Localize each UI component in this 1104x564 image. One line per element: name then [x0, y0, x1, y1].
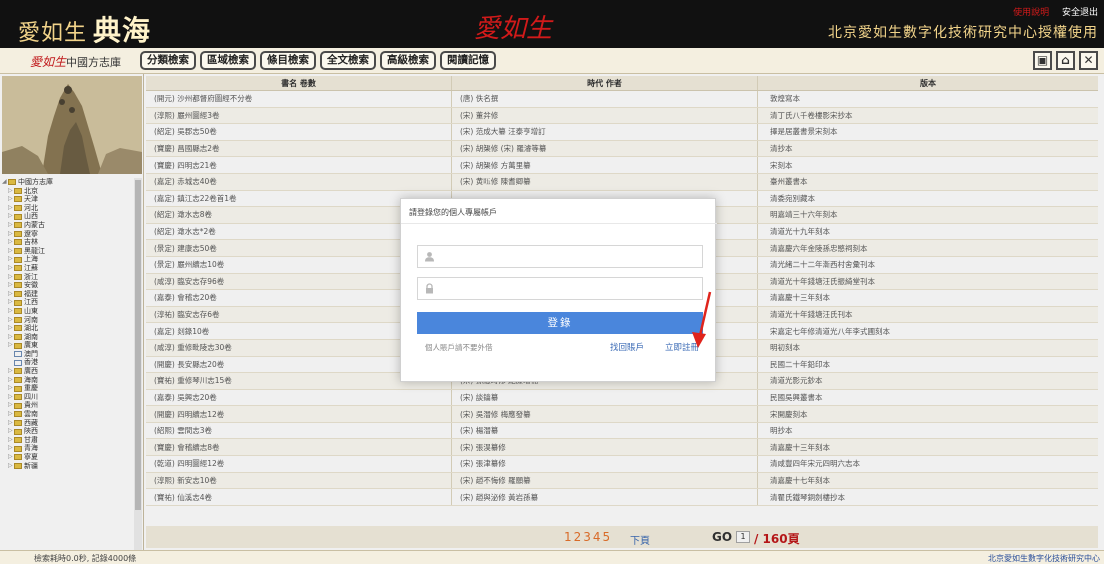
- toolbar: 愛如生中國方志庫 分類檢索 區域檢索 條目檢索 全文檢索 高級檢索 閱讀記憶 ▣…: [0, 48, 1104, 74]
- login-dialog: 請登錄您的個人專屬帳戶 登錄 個人賬戶請不要外借 找回賬戶 立即註冊: [400, 198, 717, 382]
- top-links: 使用說明 安全退出: [1013, 5, 1098, 18]
- tab-category-search[interactable]: 分類檢索: [140, 51, 196, 70]
- username-field[interactable]: [417, 245, 703, 268]
- tab-entry-search[interactable]: 條目檢索: [260, 51, 316, 70]
- search-stats: 檢索耗時0.0秒, 記錄4000條: [34, 554, 137, 563]
- tab-region-search[interactable]: 區域檢索: [200, 51, 256, 70]
- logo-text: 愛如生: [18, 21, 88, 46]
- tab-reading-memory[interactable]: 閱讀記憶: [440, 51, 496, 70]
- library-logo-brand: 愛如生: [30, 55, 67, 69]
- library-logo-name: 中國方志庫: [66, 56, 122, 69]
- top-banner: 愛如生 典海 愛如生 使用說明 安全退出 北京愛如生數字化技術研究中心授權使用: [0, 0, 1104, 48]
- status-bar: 檢索耗時0.0秒, 記錄4000條 北京愛如生數字化技術研究中心: [0, 550, 1104, 564]
- tab-advanced-search[interactable]: 高級檢索: [380, 51, 436, 70]
- license-text: 北京愛如生數字化技術研究中心授權使用: [828, 25, 1098, 41]
- window-icon[interactable]: ▣: [1033, 51, 1052, 70]
- password-input[interactable]: [444, 281, 694, 296]
- center-logo: 愛如生: [474, 14, 553, 44]
- tab-fulltext-search[interactable]: 全文檢索: [320, 51, 376, 70]
- annotation-arrow: [692, 291, 712, 348]
- lock-icon: [424, 283, 436, 295]
- status-org: 北京愛如生數字化技術研究中心: [988, 554, 1100, 563]
- recover-account-link[interactable]: 找回賬戶: [610, 341, 644, 353]
- app-logo: 愛如生 典海: [18, 9, 151, 49]
- user-icon: [424, 251, 436, 263]
- exit-link[interactable]: 安全退出: [1062, 8, 1098, 18]
- close-icon[interactable]: ✕: [1079, 51, 1098, 70]
- window-buttons: ▣ ⌂ ✕: [1033, 51, 1098, 70]
- login-button[interactable]: 登錄: [417, 312, 703, 334]
- home-icon[interactable]: ⌂: [1056, 51, 1075, 70]
- logo-big-text: 典海: [93, 14, 152, 47]
- dialog-divider: [401, 223, 717, 224]
- account-hint: 個人賬戶請不要外借: [425, 343, 493, 352]
- help-link[interactable]: 使用說明: [1013, 8, 1049, 18]
- password-field[interactable]: [417, 277, 703, 300]
- username-input[interactable]: [444, 249, 694, 264]
- dialog-title: 請登錄您的個人專屬帳戶: [409, 208, 497, 217]
- search-tabs: 分類檢索 區域檢索 條目檢索 全文檢索 高級檢索 閱讀記憶: [140, 51, 496, 70]
- library-logo: 愛如生中國方志庫: [30, 53, 121, 70]
